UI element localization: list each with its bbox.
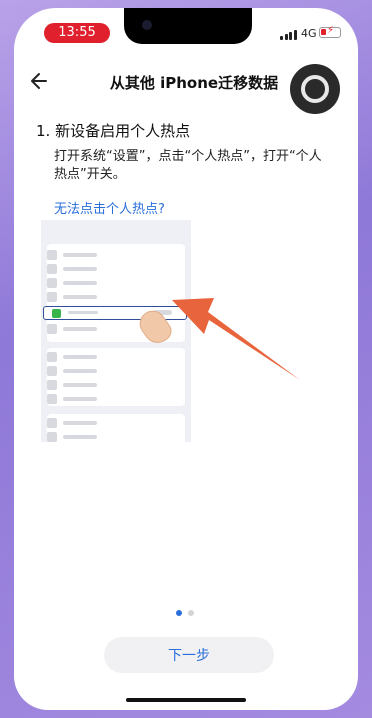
page-indicator — [176, 610, 194, 616]
back-arrow-icon[interactable] — [26, 66, 56, 96]
assistive-touch-button[interactable] — [290, 64, 340, 114]
camera-notch — [124, 8, 252, 44]
page-dot-active — [176, 610, 182, 616]
illustration-row — [47, 292, 173, 302]
next-step-button[interactable]: 下一步 — [104, 637, 274, 673]
illustration-row — [47, 394, 173, 404]
page-dot — [188, 610, 194, 616]
status-bar: 13:55 4G ⚡ — [14, 8, 358, 52]
illustration-row — [47, 264, 173, 274]
phone-screen: 13:55 4G ⚡ 从其他 iPhone迁移数据 1. 新设备启用个人热点 打… — [14, 8, 358, 710]
hotspot-row-highlight — [43, 306, 187, 320]
battery-icon: ⚡ — [319, 25, 341, 38]
camera-icon — [142, 20, 152, 30]
home-indicator — [126, 698, 246, 702]
illustration-row — [47, 380, 173, 390]
signal-icon — [280, 28, 297, 40]
illustration-row — [47, 418, 173, 428]
phone-frame: 13:55 4G ⚡ 从其他 iPhone迁移数据 1. 新设备启用个人热点 打… — [0, 0, 372, 718]
page-title: 从其他 iPhone迁移数据 — [109, 74, 279, 92]
hotspot-icon — [52, 308, 61, 318]
hotspot-help-link[interactable]: 无法点击个人热点? — [54, 198, 165, 217]
step-description: 打开系统“设置”，点击“个人热点”，打开“个人热点”开关。 — [54, 149, 322, 182]
illustration-row — [47, 250, 173, 260]
illustration-row — [47, 432, 173, 442]
illustration-row — [47, 352, 173, 362]
step-title: 1. 新设备启用个人热点 — [36, 122, 191, 140]
status-time: 13:55 — [44, 23, 110, 43]
network-type: 4G — [301, 27, 317, 40]
illustration-row — [47, 278, 173, 288]
illustration-row — [47, 366, 173, 376]
